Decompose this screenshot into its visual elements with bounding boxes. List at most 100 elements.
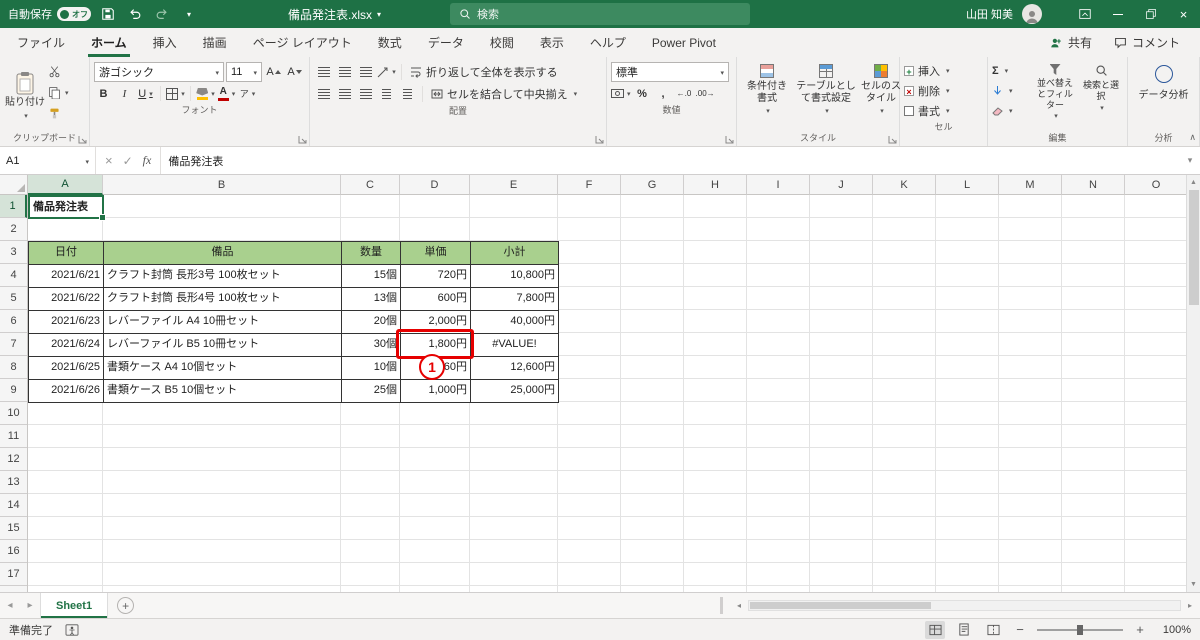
ribbon-tab[interactable]: 挿入: [140, 28, 190, 57]
autosave-switch[interactable]: オフ: [57, 7, 91, 21]
table-cell[interactable]: クラフト封筒 長形4号 100枚セット: [104, 288, 342, 311]
font-name-select[interactable]: 游ゴシック: [94, 62, 224, 82]
column-header-n[interactable]: N: [1062, 175, 1125, 195]
row-header-1[interactable]: 1: [0, 195, 27, 218]
ribbon-tab[interactable]: データ: [415, 28, 477, 57]
table-cell[interactable]: 書類ケース B5 10個セット: [104, 380, 342, 403]
minimize-button[interactable]: [1101, 0, 1134, 28]
table-header-cell[interactable]: 備品: [104, 242, 342, 265]
collapse-ribbon-button[interactable]: ∧: [1189, 132, 1196, 143]
column-header-j[interactable]: J: [810, 175, 873, 195]
number-format-select[interactable]: 標準: [611, 62, 729, 82]
ribbon-tab[interactable]: 表示: [527, 28, 577, 57]
column-header-l[interactable]: L: [936, 175, 999, 195]
expand-formula-bar-button[interactable]: ▾: [1180, 147, 1200, 174]
phonetic-guide-button[interactable]: ア: [238, 84, 257, 103]
clipboard-dialog-launcher[interactable]: [78, 135, 87, 144]
table-cell[interactable]: 25個: [342, 380, 401, 403]
increase-indent-button[interactable]: [398, 85, 417, 104]
ribbon-tab[interactable]: 描画: [190, 28, 240, 57]
next-sheet-button[interactable]: ▸: [20, 600, 40, 611]
row-header-11[interactable]: 11: [0, 425, 27, 448]
table-cell[interactable]: クラフト封筒 長形3号 100枚セット: [104, 265, 342, 288]
row-header-4[interactable]: 4: [0, 264, 27, 287]
table-cell[interactable]: 2,000円: [401, 311, 471, 334]
row-header-10[interactable]: 10: [0, 402, 27, 425]
page-layout-view-button[interactable]: [954, 621, 974, 639]
align-left-button[interactable]: [314, 85, 333, 104]
horizontal-scroll-thumb[interactable]: [750, 602, 932, 609]
table-cell[interactable]: 1,000円: [401, 380, 471, 403]
top-align-button[interactable]: [314, 63, 333, 82]
search-box[interactable]: 検索: [450, 3, 750, 25]
vertical-scrollbar[interactable]: ▲ ▼: [1186, 175, 1200, 592]
accessibility-checker-icon[interactable]: [65, 623, 79, 636]
bottom-align-button[interactable]: [356, 63, 375, 82]
prev-sheet-button[interactable]: ◂: [0, 600, 20, 611]
column-header-c[interactable]: C: [341, 175, 400, 195]
share-button[interactable]: 共有: [1042, 31, 1100, 54]
new-sheet-button[interactable]: +: [117, 597, 135, 614]
horizontal-scrollbar[interactable]: [748, 600, 1181, 611]
italic-button[interactable]: I: [115, 84, 134, 103]
quick-access-dropdown[interactable]: ▾: [179, 4, 199, 24]
vertical-scroll-thumb[interactable]: [1188, 190, 1199, 305]
column-header-g[interactable]: G: [621, 175, 684, 195]
redo-button[interactable]: [152, 4, 172, 24]
table-cell[interactable]: 40,000円: [471, 311, 559, 334]
row-header-12[interactable]: 12: [0, 448, 27, 471]
table-cell[interactable]: 2021/6/26: [29, 380, 104, 403]
undo-button[interactable]: [125, 4, 145, 24]
table-cell[interactable]: 20個: [342, 311, 401, 334]
row-header-3[interactable]: 3: [0, 241, 27, 264]
table-cell[interactable]: 1,800円: [401, 334, 471, 357]
cancel-icon[interactable]: [105, 152, 113, 170]
row-header-17[interactable]: 17: [0, 563, 27, 586]
table-cell[interactable]: 600円: [401, 288, 471, 311]
percent-style-button[interactable]: %: [633, 84, 652, 103]
font-size-select[interactable]: 11: [226, 62, 262, 82]
table-cell[interactable]: 7,800円: [471, 288, 559, 311]
table-cell[interactable]: 2021/6/21: [29, 265, 104, 288]
table-cell[interactable]: 720円: [401, 265, 471, 288]
table-cell[interactable]: 25,000円: [471, 380, 559, 403]
row-header-6[interactable]: 6: [0, 310, 27, 333]
font-dialog-launcher[interactable]: [298, 135, 307, 144]
ribbon-tab[interactable]: ホーム: [78, 28, 140, 57]
zoom-slider[interactable]: [1037, 624, 1123, 635]
ribbon-tab[interactable]: Power Pivot: [639, 28, 729, 57]
table-cell[interactable]: #VALUE!: [471, 334, 559, 357]
row-header-7[interactable]: 7: [0, 333, 27, 356]
underline-button[interactable]: U: [136, 84, 155, 103]
formula-input[interactable]: 備品発注表: [161, 147, 1180, 174]
row-header-9[interactable]: 9: [0, 379, 27, 402]
insert-cells-button[interactable]: + 挿入: [904, 61, 983, 80]
comma-style-button[interactable]: ,: [654, 84, 673, 103]
restore-button[interactable]: [1134, 0, 1167, 28]
clear-button[interactable]: [992, 101, 1031, 120]
save-button[interactable]: [98, 4, 118, 24]
decrease-font-size-button[interactable]: A: [285, 63, 304, 82]
table-header-cell[interactable]: 数量: [342, 242, 401, 265]
table-header-cell[interactable]: 日付: [29, 242, 104, 265]
merge-center-button[interactable]: セルを結合して中央揃え: [428, 84, 580, 104]
table-cell[interactable]: 2021/6/24: [29, 334, 104, 357]
zoom-in-button[interactable]: +: [1132, 622, 1148, 637]
sort-filter-button[interactable]: 並べ替えとフィルター: [1031, 60, 1079, 131]
table-cell[interactable]: 10個: [342, 357, 401, 380]
paste-button[interactable]: 貼り付け: [4, 60, 46, 131]
column-header-k[interactable]: K: [873, 175, 936, 195]
select-all-button[interactable]: [0, 175, 28, 195]
align-right-button[interactable]: [356, 85, 375, 104]
fill-color-button[interactable]: [196, 84, 215, 103]
row-header-15[interactable]: 15: [0, 517, 27, 540]
column-header-m[interactable]: M: [999, 175, 1062, 195]
table-header-cell[interactable]: 小計: [471, 242, 559, 265]
document-title[interactable]: 備品発注表.xlsx ▾: [288, 0, 381, 28]
wrap-text-button[interactable]: 折り返して全体を表示する: [407, 62, 561, 82]
column-header-d[interactable]: D: [400, 175, 470, 195]
cell-styles-button[interactable]: セルのスタイル: [859, 60, 903, 131]
scroll-left-icon[interactable]: ◂: [732, 601, 746, 610]
copy-button[interactable]: [46, 84, 71, 101]
zoom-out-button[interactable]: −: [1012, 622, 1028, 637]
